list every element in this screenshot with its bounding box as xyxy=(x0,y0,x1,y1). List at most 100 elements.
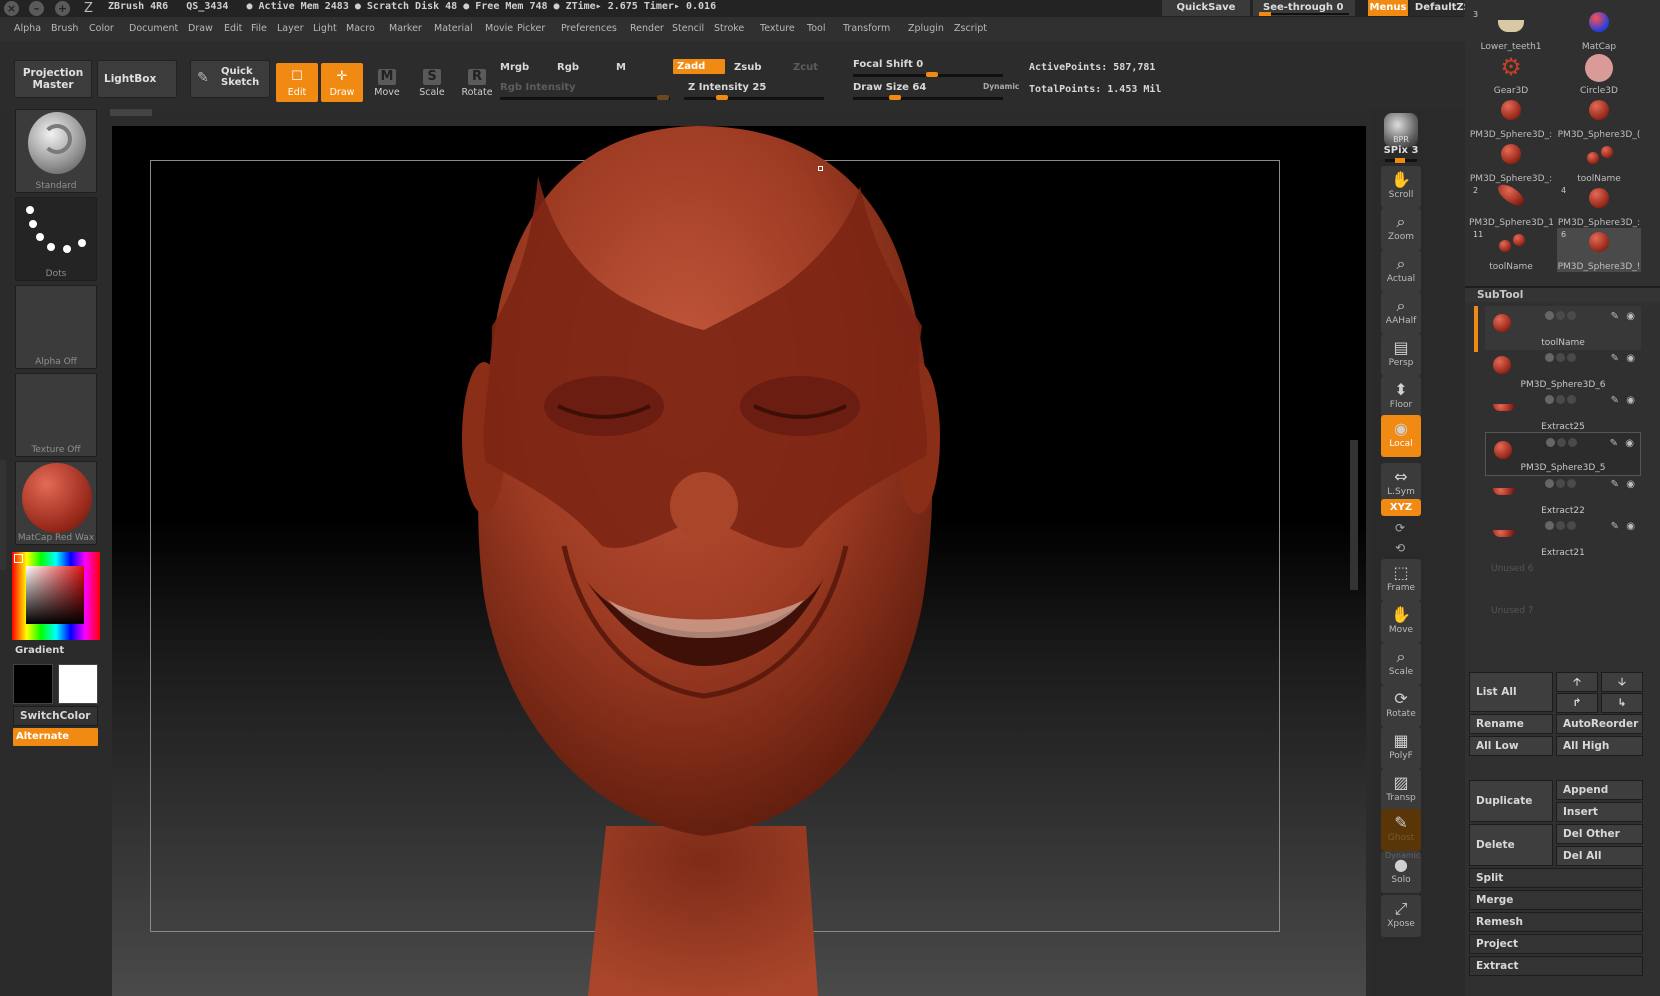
move-up-right-icon[interactable]: ↱ xyxy=(1556,693,1598,713)
xyz-shelf-button[interactable]: XYZ xyxy=(1381,499,1421,516)
menu-preferences[interactable]: Preferences xyxy=(561,23,617,34)
subtool-toggle-icon[interactable] xyxy=(1545,521,1554,530)
subtool-toggle-icon[interactable] xyxy=(1557,438,1566,447)
brush-icon[interactable]: ✎ xyxy=(1611,479,1619,490)
gradient-toggle[interactable]: Gradient xyxy=(15,645,64,656)
menu-transform[interactable]: Transform xyxy=(843,23,890,34)
menu-color[interactable]: Color xyxy=(89,23,114,34)
subtool-row[interactable]: ✎ ◉ Extract25 xyxy=(1485,390,1641,434)
tool-thumbnail[interactable]: Circle3D xyxy=(1557,52,1641,96)
secondary-color-swatch[interactable] xyxy=(58,664,98,704)
append-button[interactable]: Append xyxy=(1556,780,1643,800)
eye-icon[interactable]: ◉ xyxy=(1626,353,1635,364)
main-color-swatch[interactable] xyxy=(13,664,53,704)
all-low-button[interactable]: All Low xyxy=(1469,736,1553,756)
menu-draw[interactable]: Draw xyxy=(188,23,213,34)
subtool-toggle-icon[interactable] xyxy=(1556,395,1565,404)
tool-thumbnail[interactable]: toolName xyxy=(1557,140,1641,184)
rgb-intensity-slider[interactable] xyxy=(500,95,670,100)
subtool-toggle-icon[interactable] xyxy=(1567,521,1576,530)
draw-size-slider[interactable] xyxy=(853,95,1003,100)
rotate-mode-button[interactable]: R Rotate xyxy=(456,63,498,102)
switch-color-button[interactable]: SwitchColor xyxy=(13,706,98,726)
aahalf-shelf-button[interactable]: ⌕ AAHalf xyxy=(1381,292,1421,334)
alpha-selector[interactable]: Alpha Off xyxy=(15,285,97,369)
eye-icon[interactable]: ◉ xyxy=(1626,395,1635,406)
subtool-toggle-icon[interactable] xyxy=(1556,521,1565,530)
rgb-toggle[interactable]: Rgb xyxy=(557,62,579,73)
scroll-shelf-button[interactable]: ✋ Scroll xyxy=(1381,166,1421,208)
close-icon[interactable]: × xyxy=(4,1,19,16)
menu-stroke[interactable]: Stroke xyxy=(714,23,744,34)
subtool-toggle-icon[interactable] xyxy=(1556,311,1565,320)
subtool-scrollbar[interactable] xyxy=(1474,306,1478,352)
subtool-row[interactable]: ✎ ◉ Extract22 xyxy=(1485,474,1641,518)
zsub-toggle[interactable]: Zsub xyxy=(734,62,761,73)
quick-sketch-button[interactable]: ✎ Quick Sketch xyxy=(190,60,270,98)
transp-shelf-button[interactable]: ▨ Transp xyxy=(1381,769,1421,811)
tool-thumbnail[interactable]: PM3D_Sphere3D_! 6 xyxy=(1557,228,1641,272)
eye-icon[interactable]: ◉ xyxy=(1626,311,1635,322)
eye-icon[interactable]: ◉ xyxy=(1626,479,1635,490)
del-all-button[interactable]: Del All xyxy=(1556,846,1643,866)
split-button[interactable]: Split xyxy=(1469,868,1643,888)
subtool-toggle-icon[interactable] xyxy=(1556,479,1565,488)
subtool-toggle-icon[interactable] xyxy=(1567,311,1576,320)
menu-picker[interactable]: Picker xyxy=(517,23,545,34)
scale-mode-button[interactable]: S Scale xyxy=(411,63,453,102)
menu-layer[interactable]: Layer xyxy=(277,23,304,34)
menu-zplugin[interactable]: Zplugin xyxy=(908,23,944,34)
ghost-shelf-button[interactable]: ✎ Ghost xyxy=(1381,809,1421,851)
draw-mode-button[interactable]: ✛ Draw xyxy=(321,63,363,102)
zadd-toggle[interactable]: Zadd xyxy=(673,59,725,74)
subtool-empty-slot[interactable]: Unused 7 xyxy=(1485,600,1641,644)
subtool-row[interactable]: ✎ ◉ toolName xyxy=(1485,306,1641,350)
subtool-row[interactable]: ✎ ◉ Extract21 xyxy=(1485,516,1641,560)
tool-thumbnail[interactable]: toolName 11 xyxy=(1469,228,1553,272)
subtool-toggle-icon[interactable] xyxy=(1567,353,1576,362)
delete-button[interactable]: Delete xyxy=(1469,824,1553,866)
menu-material[interactable]: Material xyxy=(434,23,473,34)
subtool-toggle-icon[interactable] xyxy=(1545,395,1554,404)
texture-selector[interactable]: Texture Off xyxy=(15,373,97,457)
rename-button[interactable]: Rename xyxy=(1469,714,1553,734)
spix-slider[interactable] xyxy=(1385,158,1417,163)
local-shelf-button[interactable]: ◉ Local xyxy=(1381,415,1421,457)
sculpt-head-model[interactable] xyxy=(112,126,1366,996)
brush-icon[interactable]: ✎ xyxy=(1611,311,1619,322)
move-down-right-icon[interactable]: ↳ xyxy=(1601,693,1643,713)
project-button[interactable]: Project xyxy=(1469,934,1643,954)
brush-selector[interactable]: Standard xyxy=(15,109,97,193)
list-all-button[interactable]: List All xyxy=(1469,672,1553,712)
extract-button[interactable]: Extract xyxy=(1469,956,1643,976)
canvas-tab[interactable] xyxy=(110,109,152,116)
brush-icon[interactable]: ✎ xyxy=(1611,353,1619,364)
tool-thumbnail[interactable]: PM3D_Sphere3D_: 4 xyxy=(1557,184,1641,228)
auto-reorder-button[interactable]: AutoReorder xyxy=(1556,714,1643,734)
actual-shelf-button[interactable]: ⌕ Actual xyxy=(1381,250,1421,292)
move-up-icon[interactable]: 🡡 xyxy=(1556,672,1598,692)
edit-mode-button[interactable]: ☐ Edit xyxy=(276,63,318,102)
all-high-button[interactable]: All High xyxy=(1556,736,1643,756)
subtool-toggle-icon[interactable] xyxy=(1567,479,1576,488)
move-mode-button[interactable]: M Move xyxy=(366,63,408,102)
menu-brush[interactable]: Brush xyxy=(51,23,78,34)
subtool-row[interactable]: ✎ ◉ PM3D_Sphere3D_5 xyxy=(1485,432,1641,476)
polyf-shelf-button[interactable]: ▦ PolyF xyxy=(1381,727,1421,769)
zoom-shelf-button[interactable]: ⌕ Zoom xyxy=(1381,208,1421,250)
menu-alpha[interactable]: Alpha xyxy=(14,23,41,34)
duplicate-button[interactable]: Duplicate xyxy=(1469,780,1553,822)
frame-shelf-button[interactable]: ⬚ Frame xyxy=(1381,559,1421,601)
subtool-toggle-icon[interactable] xyxy=(1567,395,1576,404)
tool-thumbnail[interactable]: PM3D_Sphere3D_( xyxy=(1557,96,1641,140)
material-selector[interactable]: MatCap Red Wax xyxy=(15,461,97,545)
subtool-toggle-icon[interactable] xyxy=(1545,479,1554,488)
xpose-shelf-button[interactable]: ⤢ Xpose xyxy=(1381,895,1421,937)
tool-thumbnail[interactable]: PM3D_Sphere3D_: xyxy=(1469,96,1553,140)
menu-zscript[interactable]: Zscript xyxy=(954,23,987,34)
merge-button[interactable]: Merge xyxy=(1469,890,1643,910)
eye-icon[interactable]: ◉ xyxy=(1626,521,1635,532)
menu-tool[interactable]: Tool xyxy=(807,23,825,34)
document-canvas[interactable] xyxy=(112,126,1366,996)
insert-button[interactable]: Insert xyxy=(1556,802,1643,822)
